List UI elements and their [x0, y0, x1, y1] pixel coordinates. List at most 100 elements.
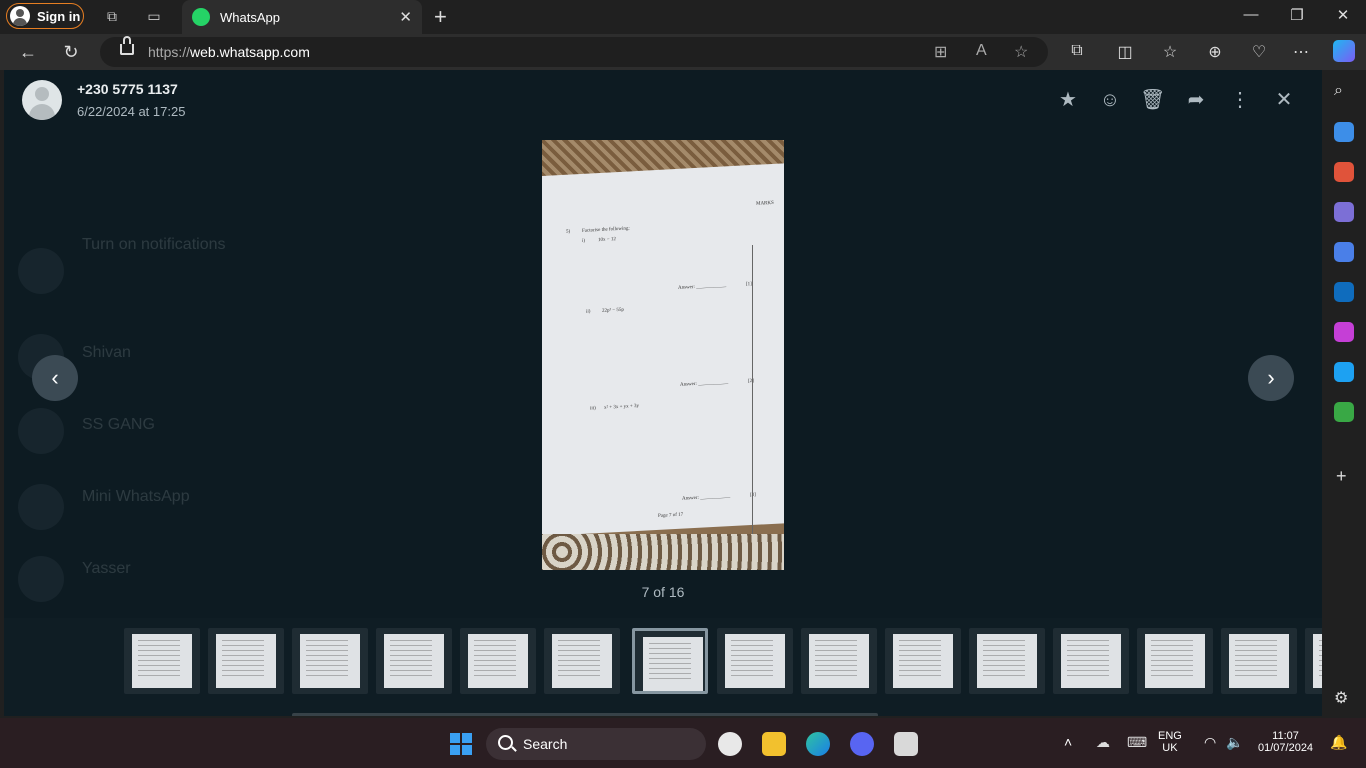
media-thumbnail[interactable]	[1305, 628, 1322, 694]
mouse-app-icon[interactable]	[718, 732, 742, 756]
media-thumbnail[interactable]	[801, 628, 877, 694]
roblox-icon[interactable]	[894, 732, 918, 756]
notification-bell-icon[interactable]: 🔔	[1330, 734, 1347, 751]
media-thumbnail[interactable]	[292, 628, 368, 694]
search-icon[interactable]: ⌕	[1334, 82, 1343, 100]
url-field[interactable]: https://web.whatsapp.com ⊞ A ☆	[100, 36, 1048, 67]
copilot-icon[interactable]	[1333, 40, 1355, 62]
thumbnail-scrollbar[interactable]	[292, 713, 878, 716]
browser-title-bar: Sign in ⧉ ▭ WhatsApp ✕ + — ❐ ✕	[0, 0, 1366, 34]
favorites-icon[interactable]: ☆	[1160, 42, 1180, 62]
next-media-button[interactable]: ›	[1248, 355, 1294, 401]
settings-gear-icon[interactable]: ⚙	[1334, 688, 1348, 708]
item-expression: 10x − 12	[598, 237, 616, 244]
question-text: Factorise the following:	[582, 226, 630, 234]
collections-icon[interactable]: ⊕	[1205, 42, 1225, 62]
item-expression: 22p² − 55p	[602, 307, 624, 314]
media-thumbnail[interactable]	[969, 628, 1045, 694]
react-emoji-icon[interactable]: ☺	[1098, 88, 1122, 112]
tree-icon[interactable]	[1334, 402, 1354, 422]
tab-actions-icon[interactable]: ▭	[146, 8, 162, 24]
tools-icon[interactable]	[1334, 162, 1354, 182]
telegram-icon[interactable]	[1334, 362, 1354, 382]
windows-start-icon[interactable]	[450, 733, 472, 755]
new-tab-icon[interactable]: +	[434, 4, 447, 30]
shopping-tag-icon[interactable]	[1334, 122, 1354, 142]
lock-icon	[120, 36, 134, 55]
page-footer: Page 7 of 17	[658, 512, 684, 519]
designer-icon[interactable]	[1334, 322, 1354, 342]
thumbnail-page-preview	[1313, 634, 1322, 688]
contact-name[interactable]: +230 5775 1137	[77, 81, 178, 97]
add-sidebar-icon[interactable]: +	[1336, 466, 1347, 487]
chat-avatar	[18, 484, 64, 530]
media-thumbnail[interactable]	[717, 628, 793, 694]
wifi-icon[interactable]: ◠	[1204, 734, 1216, 751]
outlook-icon[interactable]	[1334, 282, 1354, 302]
item-number: ii)	[586, 309, 591, 315]
close-window-button[interactable]: ✕	[1333, 6, 1353, 24]
refresh-icon[interactable]: ↻	[60, 41, 82, 63]
chat-name: Mini WhatsApp	[82, 488, 190, 505]
media-thumbnail[interactable]	[885, 628, 961, 694]
sign-in-button[interactable]: Sign in	[6, 3, 84, 29]
answer-marks: [1]	[746, 282, 752, 288]
close-tab-icon[interactable]: ✕	[399, 8, 412, 26]
back-icon[interactable]: ←	[17, 41, 39, 63]
app-available-icon[interactable]: ⊞	[934, 42, 947, 62]
minimize-button[interactable]: —	[1241, 6, 1261, 23]
delete-icon[interactable]: 🗑	[1140, 88, 1165, 112]
media-viewer: Turn on notifications Shivan SS GANG Min…	[4, 70, 1322, 716]
keyboard-icon[interactable]: ⌨	[1127, 734, 1147, 751]
media-thumbnail[interactable]	[460, 628, 536, 694]
copilot-sidebar-icon[interactable]	[1334, 242, 1354, 262]
media-thumbnail[interactable]	[1221, 628, 1297, 694]
restore-button[interactable]: ❐	[1287, 6, 1307, 24]
media-thumbnail[interactable]	[1137, 628, 1213, 694]
more-options-icon[interactable]: ⋮	[1228, 88, 1252, 112]
star-icon[interactable]: ★	[1056, 88, 1080, 112]
taskbar-search[interactable]: Search	[486, 728, 706, 760]
clock[interactable]: 11:07 01/07/2024	[1258, 730, 1313, 754]
thumbnail-page-preview	[725, 634, 785, 688]
file-explorer-icon[interactable]	[762, 732, 786, 756]
contact-avatar[interactable]	[22, 80, 62, 120]
browser-essentials-icon[interactable]: ♡	[1249, 42, 1269, 62]
thumbnail-page-preview	[643, 637, 703, 691]
search-label: Search	[523, 736, 568, 752]
close-viewer-icon[interactable]: ✕	[1272, 88, 1296, 112]
media-thumbnail[interactable]	[376, 628, 452, 694]
search-icon	[498, 735, 513, 750]
games-icon[interactable]	[1334, 202, 1354, 222]
split-screen-icon[interactable]: ◫	[1115, 42, 1135, 62]
favorite-star-icon[interactable]: ☆	[1014, 42, 1028, 62]
read-aloud-icon[interactable]: A	[976, 42, 987, 60]
extensions-icon[interactable]: ⧉	[1067, 42, 1087, 60]
previous-media-button[interactable]: ‹	[32, 355, 78, 401]
workspaces-icon[interactable]: ⧉	[104, 8, 120, 24]
volume-icon[interactable]: 🔈	[1226, 734, 1243, 751]
notification-title: Turn on notifications	[82, 236, 226, 253]
edge-icon[interactable]	[806, 732, 830, 756]
clock-time: 11:07	[1272, 730, 1299, 742]
chevron-up-icon[interactable]: ˄	[1064, 734, 1072, 750]
media-thumbnail[interactable]	[208, 628, 284, 694]
media-thumbnail[interactable]	[124, 628, 200, 694]
media-thumbnail[interactable]	[1053, 628, 1129, 694]
thumbnail-page-preview	[1061, 634, 1121, 688]
tab-whatsapp[interactable]: WhatsApp ✕	[182, 0, 422, 34]
profile-icon	[10, 6, 30, 26]
whatsapp-icon	[192, 8, 210, 26]
clock-date: 01/07/2024	[1258, 742, 1314, 754]
thumbnail-page-preview	[1229, 634, 1289, 688]
thumbnail-page-preview	[216, 634, 276, 688]
forward-icon[interactable]: ➦	[1184, 88, 1208, 112]
thumbnail-page-preview	[132, 634, 192, 688]
language-indicator[interactable]: ENG UK	[1158, 730, 1182, 754]
media-thumbnail[interactable]	[632, 628, 708, 694]
media-thumbnail[interactable]	[544, 628, 620, 694]
discord-icon[interactable]	[850, 732, 874, 756]
tab-title: WhatsApp	[220, 9, 280, 25]
onedrive-icon[interactable]: ☁	[1096, 734, 1110, 751]
more-menu-icon[interactable]: ⋯	[1291, 42, 1311, 62]
